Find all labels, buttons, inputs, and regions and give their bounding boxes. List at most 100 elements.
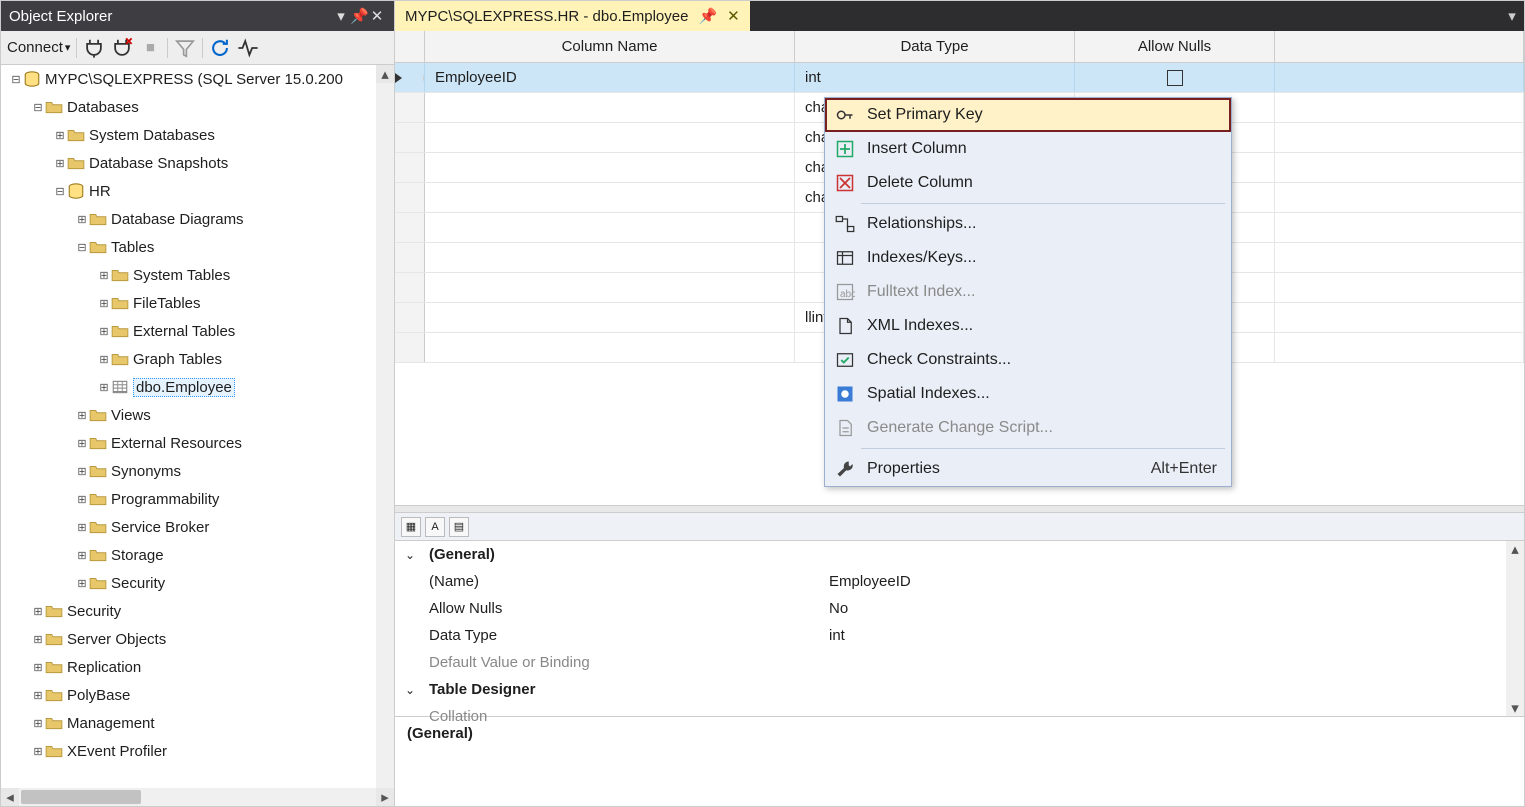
expand-icon[interactable]: ⊞: [31, 689, 45, 702]
tree-node[interactable]: ⊞Synonyms: [1, 457, 394, 485]
menu-item[interactable]: XML Indexes...: [825, 309, 1231, 343]
expand-icon[interactable]: ⊞: [53, 129, 67, 142]
tree-node[interactable]: ⊞Database Diagrams: [1, 205, 394, 233]
refresh-button[interactable]: [209, 37, 231, 59]
tree-node[interactable]: ⊞Database Snapshots: [1, 149, 394, 177]
cell-column-name[interactable]: [425, 243, 795, 272]
cell-column-name[interactable]: [425, 123, 795, 152]
cell-column-name[interactable]: [425, 213, 795, 242]
row-selector[interactable]: [395, 213, 425, 242]
prop-row[interactable]: Data Typeint: [395, 622, 1524, 649]
prop-row[interactable]: Allow NullsNo: [395, 595, 1524, 622]
cell-column-name[interactable]: [425, 273, 795, 302]
prop-row[interactable]: (Name)EmployeeID: [395, 568, 1524, 595]
expand-icon[interactable]: ⊞: [31, 717, 45, 730]
tree-node[interactable]: ⊞XEvent Profiler: [1, 737, 394, 765]
scroll-right-icon[interactable]: ▸: [376, 788, 394, 806]
prop-group-header[interactable]: ⌄Table Designer: [395, 676, 1524, 703]
menu-item[interactable]: Insert Column: [825, 132, 1231, 166]
row-selector[interactable]: [395, 273, 425, 302]
tab-close-icon[interactable]: ✕: [727, 7, 740, 25]
panel-close-icon[interactable]: ✕: [368, 7, 386, 25]
expand-icon[interactable]: ⊟: [31, 101, 45, 114]
splitter[interactable]: [395, 505, 1524, 513]
tree-node[interactable]: ⊞System Databases: [1, 121, 394, 149]
prop-value[interactable]: EmployeeID: [825, 573, 1504, 590]
expand-icon[interactable]: ⊞: [31, 605, 45, 618]
checkbox[interactable]: [1167, 70, 1183, 86]
menu-item[interactable]: Delete Column: [825, 166, 1231, 200]
row-selector[interactable]: [395, 153, 425, 182]
prop-row[interactable]: Default Value or Binding: [395, 649, 1524, 676]
tree-node[interactable]: ⊞Graph Tables: [1, 345, 394, 373]
scroll-up-icon[interactable]: ▴: [376, 65, 394, 83]
props-az-button[interactable]: A: [425, 517, 445, 537]
expand-icon[interactable]: ⊞: [75, 521, 89, 534]
row-selector[interactable]: [395, 243, 425, 272]
expand-icon[interactable]: ⊞: [75, 465, 89, 478]
prop-row[interactable]: Collation: [395, 703, 1524, 730]
expand-icon[interactable]: ⊞: [97, 381, 111, 394]
scroll-left-icon[interactable]: ◂: [1, 788, 19, 806]
row-selector[interactable]: [395, 93, 425, 122]
tree-node[interactable]: ⊞Replication: [1, 653, 394, 681]
expand-icon[interactable]: ⊞: [75, 409, 89, 422]
prop-value[interactable]: int: [825, 627, 1504, 644]
cell-column-name[interactable]: [425, 153, 795, 182]
row-selector[interactable]: [395, 183, 425, 212]
tree-node[interactable]: ⊞Security: [1, 597, 394, 625]
tree-node[interactable]: ⊞Server Objects: [1, 625, 394, 653]
tree-node[interactable]: ⊞External Resources: [1, 429, 394, 457]
tree-node[interactable]: ⊞PolyBase: [1, 681, 394, 709]
tree-node[interactable]: ⊞dbo.Employee: [1, 373, 394, 401]
cell-column-name[interactable]: [425, 303, 795, 332]
scroll-up-icon[interactable]: ▴: [1506, 541, 1524, 557]
table-row[interactable]: EmployeeID int: [395, 63, 1524, 93]
tree-node[interactable]: ⊟MYPC\SQLEXPRESS (SQL Server 15.0.200: [1, 65, 394, 93]
expand-icon[interactable]: ⊞: [53, 157, 67, 170]
expand-icon[interactable]: ⊞: [75, 213, 89, 226]
menu-item[interactable]: Relationships...: [825, 207, 1231, 241]
expand-icon[interactable]: ⊞: [31, 661, 45, 674]
tree-node[interactable]: ⊞Programmability: [1, 485, 394, 513]
cell-column-name[interactable]: [425, 93, 795, 122]
expand-icon[interactable]: ⊟: [75, 241, 89, 254]
cell-data-type[interactable]: int: [795, 63, 1075, 92]
menu-item[interactable]: PropertiesAlt+Enter: [825, 452, 1231, 486]
filter-button[interactable]: [174, 37, 196, 59]
expand-icon[interactable]: ⊟: [9, 73, 23, 86]
disconnect-all-button[interactable]: [111, 37, 133, 59]
expand-icon[interactable]: ⊞: [75, 549, 89, 562]
tree-node[interactable]: ⊞Views: [1, 401, 394, 429]
activity-button[interactable]: [237, 37, 259, 59]
expand-icon[interactable]: ⊞: [97, 297, 111, 310]
tree-node[interactable]: ⊞Storage: [1, 541, 394, 569]
prop-value[interactable]: No: [825, 600, 1504, 617]
connect-button[interactable]: Connect▾: [7, 39, 70, 56]
expand-icon[interactable]: ⊞: [97, 353, 111, 366]
panel-pin-icon[interactable]: 📌: [350, 7, 368, 25]
expand-icon[interactable]: ⊞: [97, 269, 111, 282]
expand-icon[interactable]: ⊞: [97, 325, 111, 338]
expand-icon[interactable]: ⊞: [31, 633, 45, 646]
expand-icon[interactable]: ⊞: [31, 745, 45, 758]
tree-vscroll[interactable]: ▴ ▾: [376, 65, 394, 806]
cell-column-name[interactable]: EmployeeID: [425, 63, 795, 92]
expand-icon[interactable]: ⊞: [75, 437, 89, 450]
menu-item[interactable]: Indexes/Keys...: [825, 241, 1231, 275]
menu-item[interactable]: Spatial Indexes...: [825, 377, 1231, 411]
props-pages-button[interactable]: ▤: [449, 517, 469, 537]
tree-node[interactable]: ⊞System Tables: [1, 261, 394, 289]
expand-icon[interactable]: ⊟: [53, 185, 67, 198]
scroll-thumb[interactable]: [21, 790, 141, 804]
row-selector[interactable]: [395, 63, 425, 92]
tree-node[interactable]: ⊞Security: [1, 569, 394, 597]
row-selector[interactable]: [395, 123, 425, 152]
tree-node[interactable]: ⊟HR: [1, 177, 394, 205]
tree-hscroll[interactable]: ◂ ▸: [1, 788, 394, 806]
tree-node[interactable]: ⊞Service Broker: [1, 513, 394, 541]
tablist-dropdown-icon[interactable]: ▾: [1500, 1, 1524, 31]
row-selector[interactable]: [395, 303, 425, 332]
menu-item[interactable]: Check Constraints...: [825, 343, 1231, 377]
row-selector[interactable]: [395, 333, 425, 362]
